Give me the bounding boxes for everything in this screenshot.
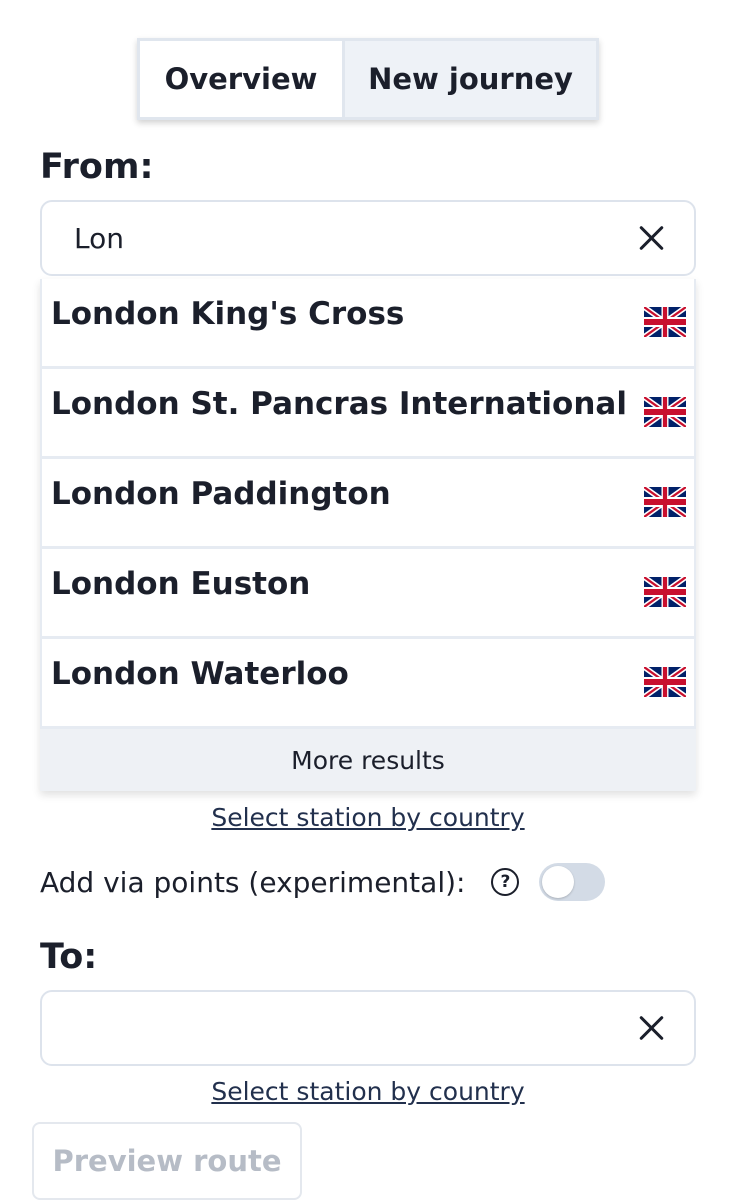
to-label: To: <box>40 937 98 977</box>
from-label: From: <box>40 147 154 187</box>
suggestion-item[interactable]: London Euston <box>40 549 696 636</box>
close-icon[interactable] <box>632 1008 672 1048</box>
journey-planner: Overview New journey From: Lon London Ki… <box>0 0 736 1200</box>
via-points-row: Add via points (experimental): ? <box>40 860 606 904</box>
question-circle-icon[interactable]: ? <box>491 868 520 896</box>
to-select-by-country-link[interactable]: Select station by country <box>0 1077 736 1106</box>
suggestion-name: London Paddington <box>51 476 391 512</box>
suggestion-name: London Euston <box>51 566 311 602</box>
suggestion-item[interactable]: London Paddington <box>40 459 696 546</box>
tab-overview[interactable]: Overview <box>140 41 345 117</box>
suggestion-item[interactable]: London Waterloo <box>40 639 696 726</box>
from-select-by-country-link[interactable]: Select station by country <box>0 803 736 832</box>
suggestion-list: London King's Cross London St. Pancras I… <box>40 279 696 791</box>
via-points-label: Add via points (experimental): <box>40 865 466 899</box>
uk-flag-icon <box>644 397 686 427</box>
suggestion-item[interactable]: London St. Pancras International <box>40 369 696 456</box>
uk-flag-icon <box>644 487 686 517</box>
suggestion-name: London Waterloo <box>51 656 349 692</box>
from-field[interactable]: Lon <box>40 200 696 276</box>
suggestion-name: London King's Cross <box>51 296 405 332</box>
close-icon[interactable] <box>632 218 672 258</box>
from-input-value[interactable]: Lon <box>74 222 632 255</box>
suggestion-name: London St. Pancras International <box>51 386 627 422</box>
via-points-toggle[interactable] <box>539 863 606 901</box>
uk-flag-icon <box>644 667 686 697</box>
preview-route-button[interactable]: Preview route <box>32 1122 302 1200</box>
to-field[interactable] <box>40 990 696 1066</box>
suggestion-item[interactable]: London King's Cross <box>40 279 696 366</box>
tab-new-journey[interactable]: New journey <box>345 41 596 117</box>
more-results-button[interactable]: More results <box>40 729 696 791</box>
uk-flag-icon <box>644 307 686 337</box>
uk-flag-icon <box>644 577 686 607</box>
tab-bar: Overview New journey <box>137 38 599 120</box>
